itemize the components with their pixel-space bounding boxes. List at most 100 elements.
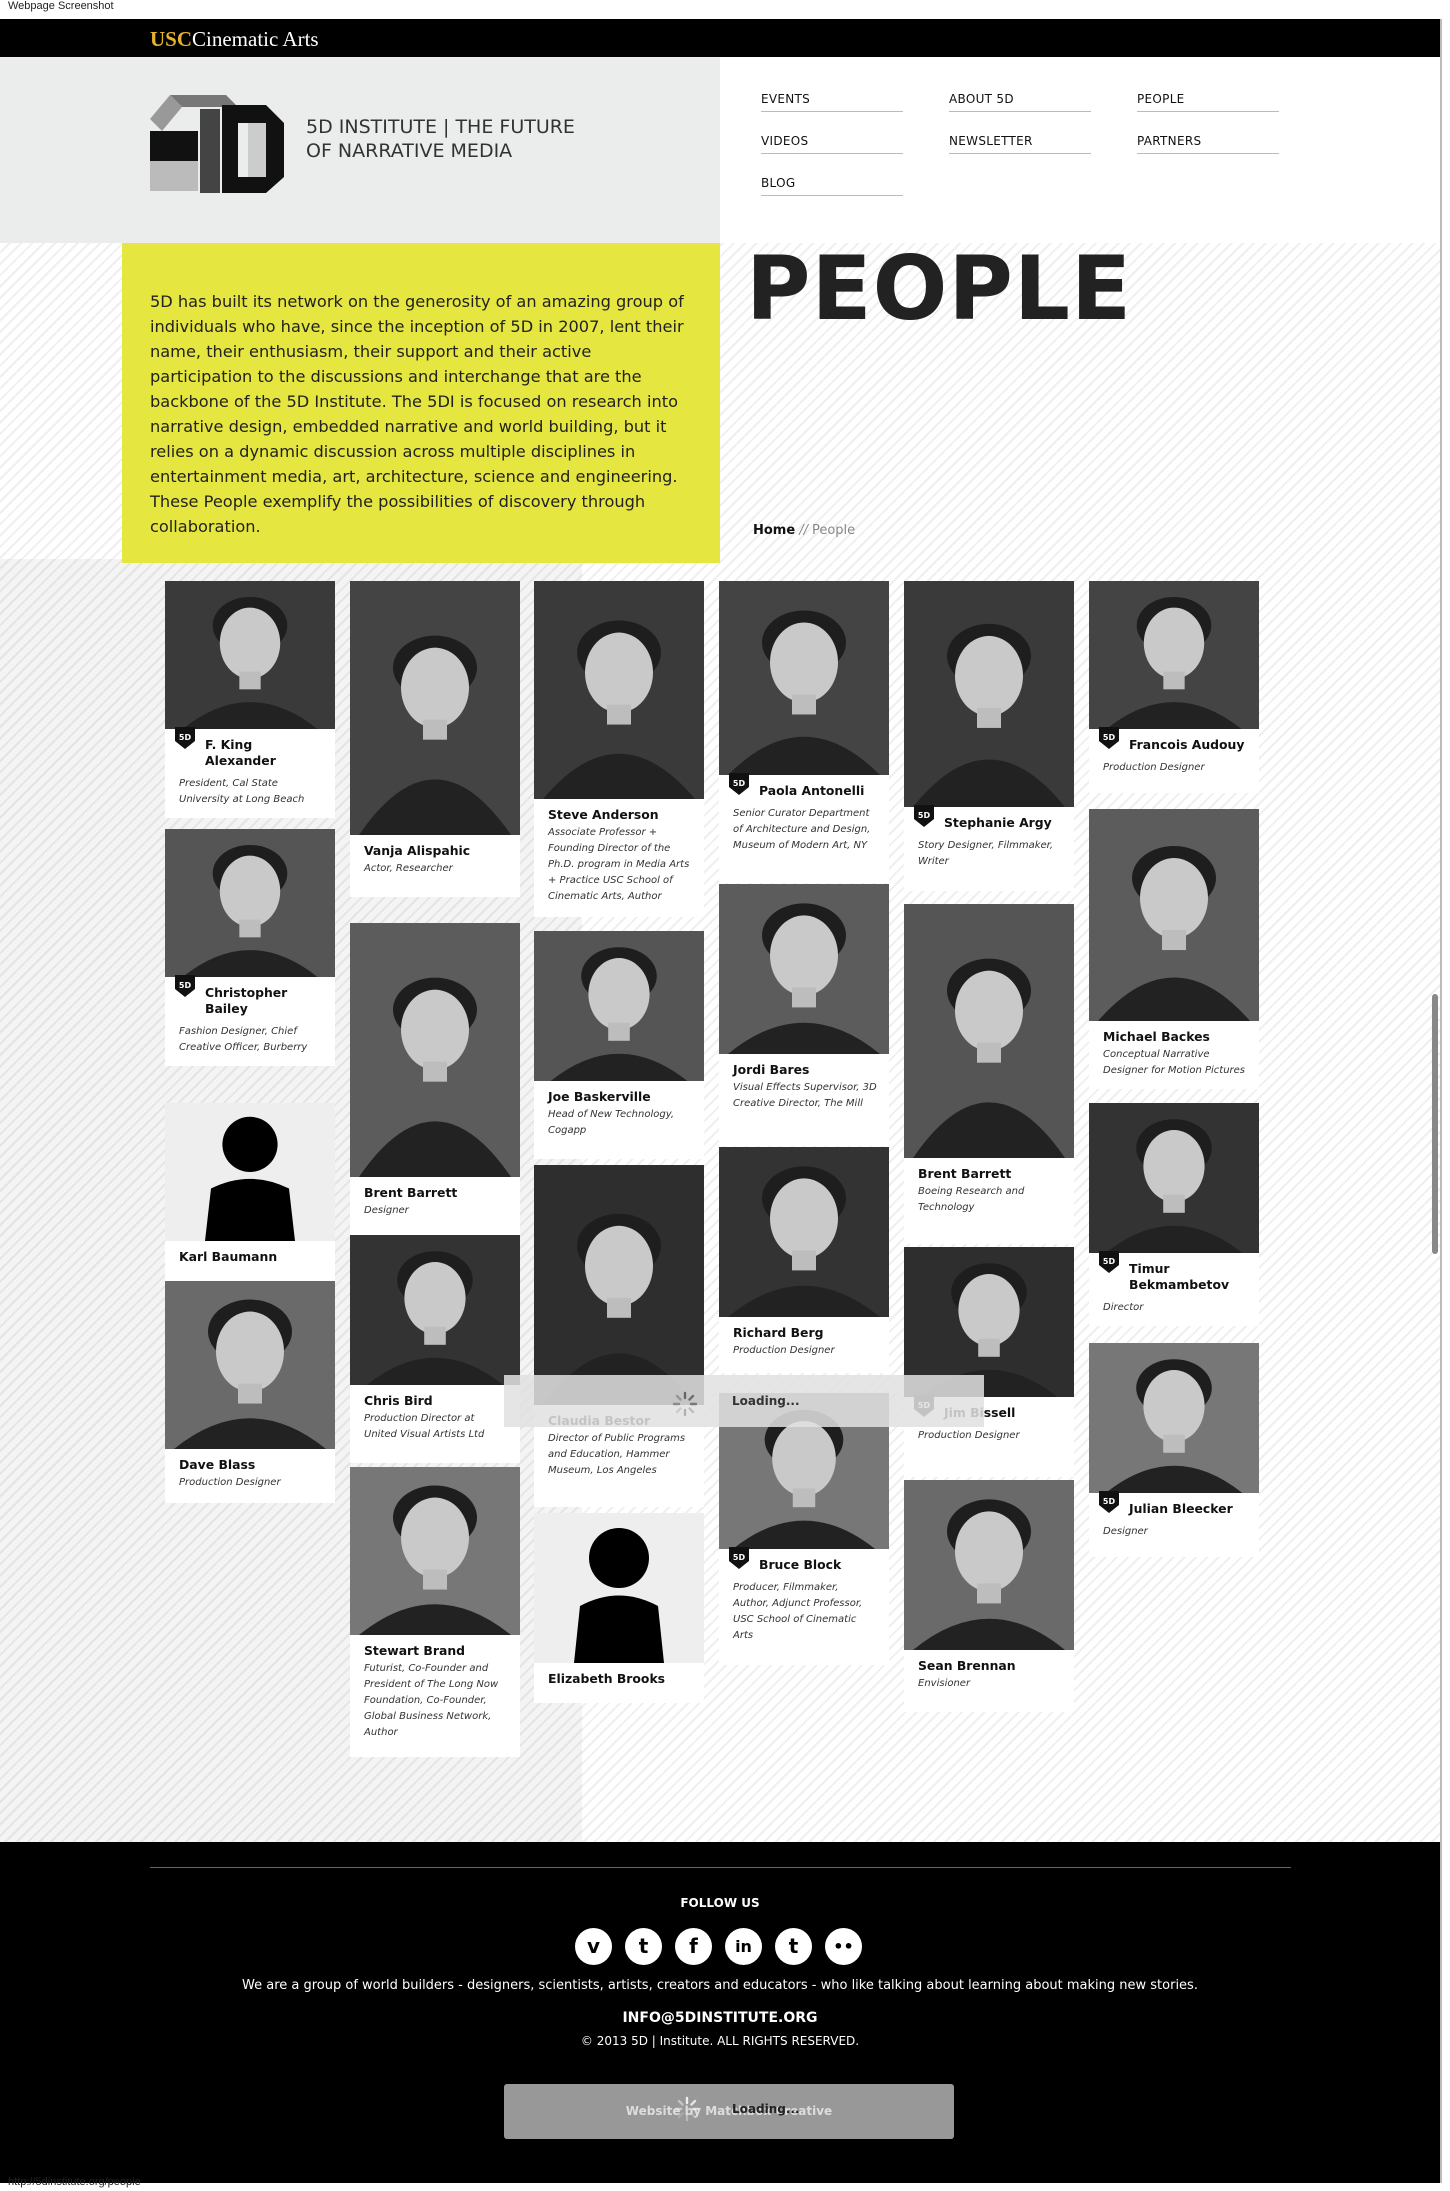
person-photo[interactable] bbox=[1089, 1103, 1259, 1253]
flickr-icon[interactable]: •• bbox=[825, 1928, 862, 1965]
loading-text: Loading... bbox=[732, 2102, 800, 2116]
person-card[interactable]: 5D Stephanie Argy Story Designer, Filmmake… bbox=[904, 581, 1074, 891]
person-role: Production Director at United Visual Art… bbox=[364, 1413, 485, 1440]
vimeo-icon[interactable]: v bbox=[575, 1928, 612, 1965]
person-name[interactable]: F. King Alexander bbox=[179, 737, 323, 769]
person-card[interactable]: Joe Baskerville Head of New Technology, C… bbox=[534, 931, 704, 1159]
person-role: Producer, Filmmaker, Author, Adjunct Pro… bbox=[733, 1582, 863, 1641]
person-card[interactable]: Dave Blass Production Designer bbox=[165, 1281, 335, 1503]
5d-logo-icon[interactable] bbox=[148, 89, 288, 197]
breadcrumb-home[interactable]: Home bbox=[753, 523, 795, 538]
person-photo[interactable] bbox=[350, 1467, 520, 1635]
person-name[interactable]: Stephanie Argy bbox=[918, 815, 1062, 831]
person-name[interactable]: Chris Bird bbox=[364, 1393, 508, 1409]
nav-blog[interactable]: BLOG bbox=[761, 176, 903, 196]
person-photo[interactable] bbox=[719, 581, 889, 775]
loading-overlay-footer: Website by Matchbox Creative Loading... bbox=[504, 2084, 954, 2139]
person-name[interactable]: Karl Baumann bbox=[179, 1249, 323, 1265]
person-name[interactable]: Bruce Block bbox=[733, 1557, 877, 1573]
nav-videos[interactable]: VIDEOS bbox=[761, 134, 903, 154]
person-info: Brent Barrett Boeing Research and Technol… bbox=[904, 1158, 1074, 1244]
person-name[interactable]: Brent Barrett bbox=[364, 1185, 508, 1201]
person-name[interactable]: Christopher Bailey bbox=[179, 985, 323, 1017]
person-name[interactable]: Vanja Alispahic bbox=[364, 843, 508, 859]
person-photo[interactable] bbox=[165, 581, 335, 729]
person-photo[interactable] bbox=[1089, 809, 1259, 1021]
person-photo[interactable] bbox=[904, 581, 1074, 807]
nav-about-5d[interactable]: ABOUT 5D bbox=[949, 92, 1091, 112]
person-photo[interactable] bbox=[350, 923, 520, 1177]
person-photo[interactable] bbox=[719, 884, 889, 1054]
usc-wordmark: USC bbox=[150, 27, 193, 51]
nav-people[interactable]: PEOPLE bbox=[1137, 92, 1279, 112]
person-photo[interactable] bbox=[350, 1235, 520, 1385]
person-name[interactable]: Stewart Brand bbox=[364, 1643, 508, 1659]
person-card[interactable]: Vanja Alispahic Actor, Researcher bbox=[350, 581, 520, 897]
person-photo[interactable] bbox=[719, 1147, 889, 1317]
person-photo[interactable] bbox=[904, 904, 1074, 1158]
person-card[interactable]: 5D Francois Audouy Production Designer bbox=[1089, 581, 1259, 793]
person-photo[interactable] bbox=[1089, 1343, 1259, 1493]
person-card[interactable]: 5D Christopher Bailey Fashion Designer, Ch… bbox=[165, 829, 335, 1066]
person-name[interactable]: Elizabeth Brooks bbox=[548, 1671, 692, 1687]
person-card[interactable]: Brent Barrett Designer bbox=[350, 923, 520, 1239]
person-card[interactable]: 5D Paola Antonelli Senior Curator Departme… bbox=[719, 581, 889, 883]
person-card[interactable]: Richard Berg Production Designer bbox=[719, 1147, 889, 1373]
person-card[interactable]: Brent Barrett Boeing Research and Technol… bbox=[904, 904, 1074, 1244]
person-card[interactable]: 5DJim BissellProduction Designer bbox=[904, 1247, 1074, 1477]
person-card[interactable]: Elizabeth Brooks bbox=[534, 1513, 704, 1703]
person-role: Production Designer bbox=[733, 1345, 835, 1356]
institute-name[interactable]: 5D INSTITUTE | THE FUTURE OF NARRATIVE M… bbox=[306, 115, 575, 163]
person-photo[interactable] bbox=[534, 931, 704, 1081]
nav-newsletter[interactable]: NEWSLETTER bbox=[949, 134, 1091, 154]
footer-credit-link[interactable]: Website by Matchbox Creative bbox=[504, 2104, 954, 2118]
person-photo[interactable] bbox=[165, 1103, 335, 1241]
person-photo[interactable] bbox=[534, 1513, 704, 1663]
portrait-photo bbox=[165, 581, 335, 729]
nav-partners[interactable]: PARTNERS bbox=[1137, 134, 1279, 154]
person-name[interactable]: Timur Bekmambetov bbox=[1103, 1261, 1247, 1293]
person-name[interactable]: Julian Bleecker bbox=[1103, 1501, 1247, 1517]
facebook-icon[interactable]: f bbox=[675, 1928, 712, 1965]
person-photo[interactable] bbox=[534, 581, 704, 799]
scrollbar-thumb[interactable] bbox=[1432, 994, 1438, 1254]
person-name[interactable]: Richard Berg bbox=[733, 1325, 877, 1341]
person-photo[interactable] bbox=[534, 1165, 704, 1405]
person-card[interactable]: 5D Bruce Block Producer, Filmmaker, Author… bbox=[719, 1393, 889, 1665]
person-name[interactable]: Francois Audouy bbox=[1103, 737, 1247, 753]
person-name[interactable]: Dave Blass bbox=[179, 1457, 323, 1473]
person-name[interactable]: Sean Brennan bbox=[918, 1658, 1062, 1674]
usc-cinematic-arts-logo[interactable]: USCCinematic Arts bbox=[150, 27, 319, 52]
person-card[interactable]: Steve Anderson Associate Professor + Foun… bbox=[534, 581, 704, 917]
linkedin-icon[interactable]: in bbox=[725, 1928, 762, 1965]
person-card[interactable]: Jordi Bares Visual Effects Supervisor, 3D… bbox=[719, 884, 889, 1146]
tumblr-icon[interactable]: t bbox=[775, 1928, 812, 1965]
person-photo[interactable] bbox=[350, 581, 520, 835]
loading-overlay: Loading... bbox=[504, 1375, 984, 1427]
person-card[interactable]: Michael Backes Conceptual Narrative Desig… bbox=[1089, 809, 1259, 1089]
person-name[interactable]: Michael Backes bbox=[1103, 1029, 1247, 1045]
person-name[interactable]: Steve Anderson bbox=[548, 807, 692, 823]
person-name[interactable]: Paola Antonelli bbox=[733, 783, 877, 799]
person-photo[interactable] bbox=[904, 1480, 1074, 1650]
footer-email-link[interactable]: INFO@5DINSTITUTE.ORG bbox=[0, 2010, 1440, 2026]
person-card[interactable]: 5D Timur Bekmambetov Director bbox=[1089, 1103, 1259, 1326]
person-card[interactable]: Karl Baumann bbox=[165, 1103, 335, 1282]
person-name[interactable]: Brent Barrett bbox=[918, 1166, 1062, 1182]
person-photo[interactable] bbox=[165, 829, 335, 977]
person-card[interactable]: Chris Bird Production Director at United … bbox=[350, 1235, 520, 1463]
person-card[interactable]: Stewart Brand Futurist, Co-Founder and Pr… bbox=[350, 1467, 520, 1757]
person-card[interactable]: 5D F. King Alexander President, Cal State … bbox=[165, 581, 335, 818]
person-photo[interactable] bbox=[165, 1281, 335, 1449]
person-card[interactable]: Sean Brennan Envisioner bbox=[904, 1480, 1074, 1712]
nav-events[interactable]: EVENTS bbox=[761, 92, 903, 112]
svg-text:5D: 5D bbox=[733, 1553, 746, 1562]
person-card[interactable]: Claudia BestorDirector of Public Program… bbox=[534, 1165, 704, 1507]
person-name[interactable]: Joe Baskerville bbox=[548, 1089, 692, 1105]
person-role: Director of Public Programs and Educatio… bbox=[548, 1433, 686, 1476]
person-name[interactable]: Jordi Bares bbox=[733, 1062, 877, 1078]
person-card[interactable]: 5D Julian Bleecker Designer bbox=[1089, 1343, 1259, 1557]
person-photo[interactable] bbox=[1089, 581, 1259, 729]
person-info: 5D Stephanie Argy Story Designer, Filmmake… bbox=[904, 805, 1074, 891]
twitter-icon[interactable]: t bbox=[625, 1928, 662, 1965]
